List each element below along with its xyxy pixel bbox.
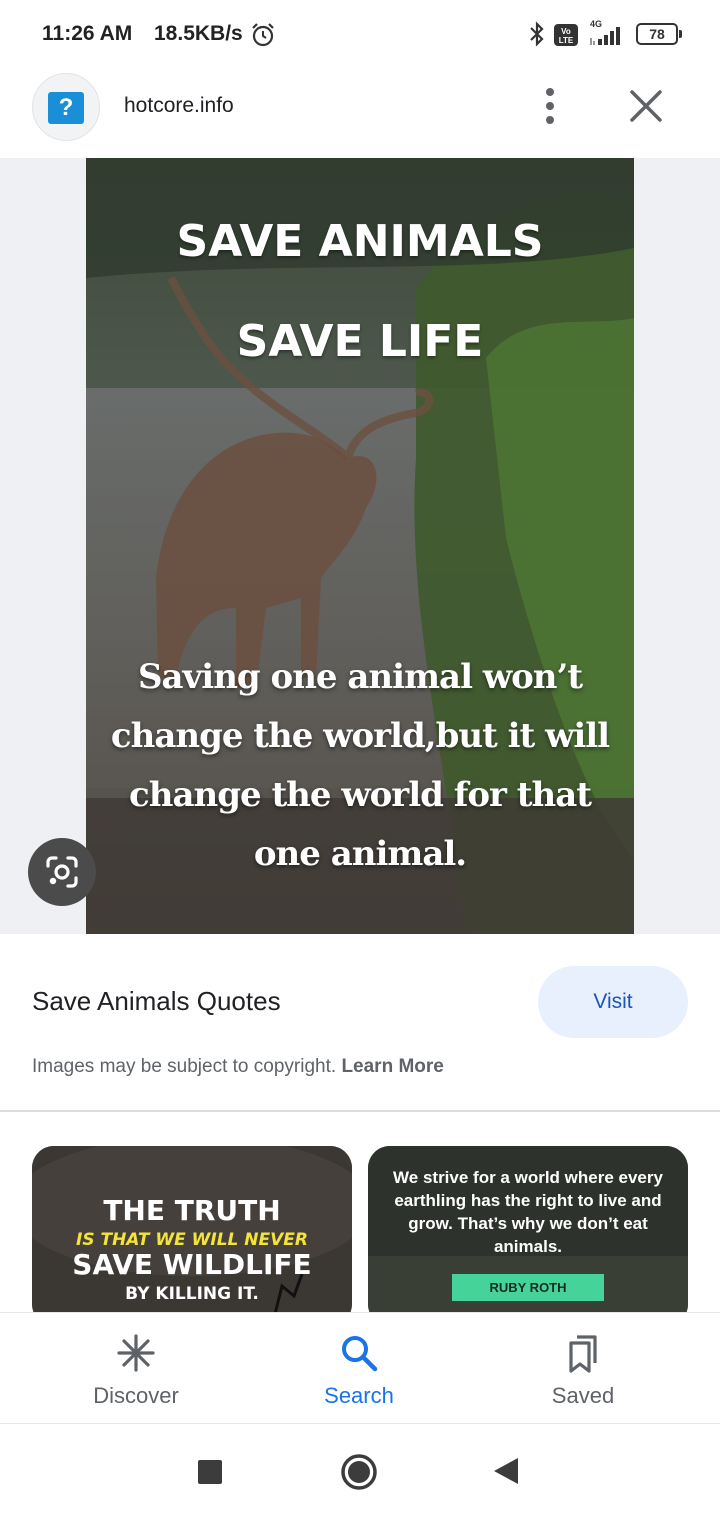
lens-icon	[46, 856, 78, 888]
home-icon[interactable]	[340, 1453, 378, 1491]
battery-level: 78	[636, 23, 678, 45]
result-title[interactable]: Save Animals Quotes	[32, 986, 281, 1017]
screen: 11:26 AM 18.5KB/s Vo LTE 4G 78 ? hotcore.…	[0, 0, 720, 1520]
system-navigation-bar	[0, 1424, 720, 1520]
discover-icon	[117, 1334, 155, 1372]
poster-quote: Saving one animal won’t change the world…	[110, 657, 610, 874]
recent-apps-icon[interactable]	[198, 1460, 222, 1484]
battery-tip	[679, 30, 682, 38]
site-domain[interactable]: hotcore.info	[124, 94, 234, 118]
copyright-notice: Images may be subject to copyright. Lear…	[32, 1056, 444, 1078]
card1-line4: BY KILLING IT.	[125, 1284, 259, 1304]
bottom-navigation: Discover Search Saved	[0, 1312, 720, 1424]
bookmarks-icon	[569, 1335, 597, 1373]
status-bar: 11:26 AM 18.5KB/s Vo LTE 4G 78	[0, 0, 720, 70]
poster-heading-line2: SAVE LIFE	[236, 316, 484, 367]
signal-icon	[590, 27, 620, 45]
poster-heading-line1: SAVE ANIMALS	[176, 216, 544, 267]
lens-search-button[interactable]	[28, 838, 96, 906]
more-vert-icon[interactable]	[530, 84, 570, 128]
nav-discover-label: Discover	[93, 1383, 179, 1408]
card1-line1: THE TRUTH	[103, 1194, 281, 1227]
learn-more-link[interactable]: Learn More	[341, 1056, 443, 1077]
nav-saved[interactable]: Saved	[483, 1313, 683, 1425]
image-preview-area: SAVE ANIMALS SAVE LIFE Saving one animal…	[0, 158, 720, 934]
result-image[interactable]: SAVE ANIMALS SAVE LIFE Saving one animal…	[86, 158, 634, 934]
related-image-card[interactable]: We strive for a world where every earthl…	[368, 1146, 688, 1312]
nav-search[interactable]: Search	[259, 1313, 459, 1425]
volte-badge: Vo LTE	[554, 24, 578, 46]
back-icon[interactable]	[492, 1456, 520, 1486]
nav-saved-label: Saved	[551, 1383, 615, 1408]
related-images: THE TRUTH IS THAT WE WILL NEVER SAVE WIL…	[0, 1112, 720, 1312]
copyright-text: Images may be subject to copyright.	[32, 1056, 337, 1077]
nav-discover[interactable]: Discover	[36, 1313, 236, 1425]
network-speed: 18.5KB/s	[154, 22, 243, 45]
visit-button[interactable]: Visit	[538, 966, 688, 1038]
card2-quote: We strive for a world where every earthl…	[393, 1168, 663, 1256]
site-header: ? hotcore.info	[0, 70, 720, 158]
battery-icon: 78	[636, 23, 682, 45]
card2-author: RUBY ROTH	[452, 1274, 604, 1301]
close-icon[interactable]	[624, 84, 668, 128]
favicon-glyph: ?	[48, 92, 84, 124]
status-time: 11:26 AM	[42, 22, 133, 45]
result-info: Save Animals Quotes Visit Images may be …	[0, 934, 720, 1112]
nav-search-label: Search	[324, 1383, 394, 1408]
related-image-card[interactable]: THE TRUTH IS THAT WE WILL NEVER SAVE WIL…	[32, 1146, 352, 1312]
search-icon	[342, 1336, 378, 1372]
card1-line2: IS THAT WE WILL NEVER	[76, 1230, 308, 1250]
card1-line3: SAVE WILDLIFE	[72, 1248, 312, 1281]
site-favicon: ?	[32, 73, 100, 141]
bluetooth-icon	[530, 21, 544, 47]
alarm-icon	[252, 23, 274, 47]
